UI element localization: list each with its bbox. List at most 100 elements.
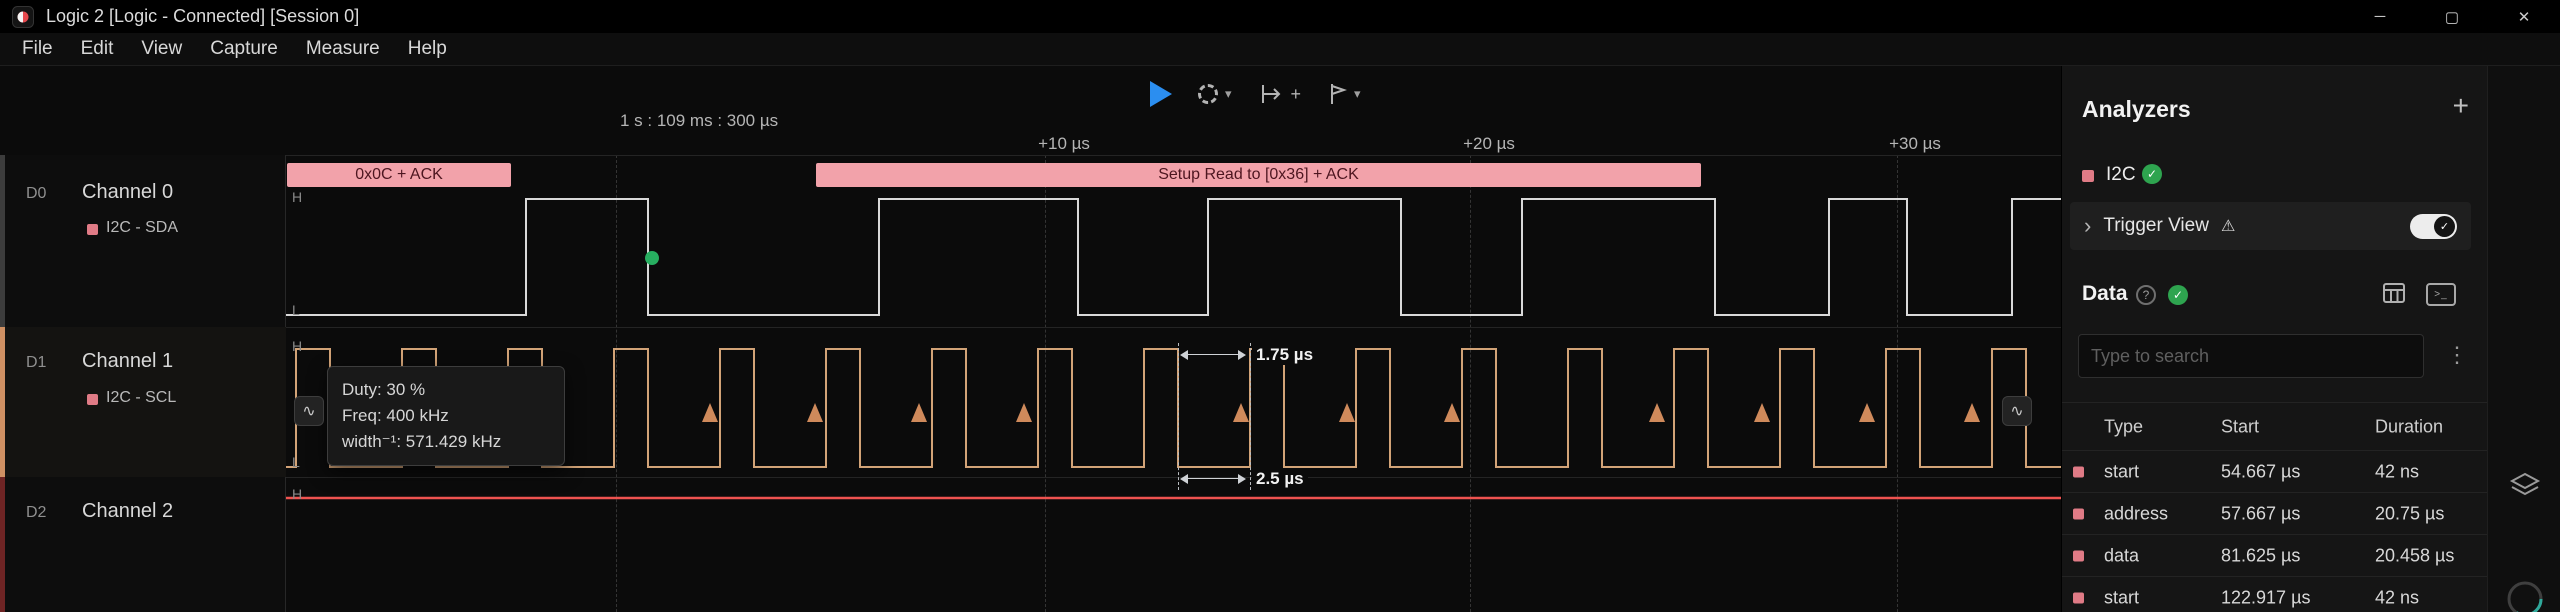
level-label-high: H (292, 189, 303, 205)
table-row[interactable]: start 54.667 µs 42 ns (2062, 450, 2487, 492)
i2c-annotation-badge[interactable]: Setup Read to [0x36] + ACK (816, 163, 1701, 187)
channel-analyzer-label: I2C - SDA (106, 219, 179, 236)
chevron-down-icon: ▾ (1225, 86, 1232, 101)
check-icon: ✓ (2142, 164, 2162, 184)
data-section-title: Data (2082, 282, 2128, 305)
analyzer-color-square (87, 224, 98, 235)
channel-color-strip (0, 155, 5, 327)
toggle-knob-check-icon: ✓ (2434, 215, 2455, 237)
minimize-button[interactable]: ─ (2344, 0, 2416, 33)
tooltip-duty: Duty: 30 % (342, 380, 426, 399)
cell-start: 54.667 µs (2221, 461, 2301, 481)
capture-toolbar: ▾ + ▾ (1150, 72, 1361, 116)
terminal-view-icon[interactable]: >_ (2426, 283, 2456, 306)
i2c-annotation-badge[interactable]: 0x0C + ACK (287, 163, 511, 187)
analyzer-name: I2C (2106, 164, 2136, 185)
plot-region: ▾ + ▾ 1 s : 109 ms : 300 µs +10 µs +20 µ… (0, 66, 2061, 612)
cell-type: start (2104, 461, 2140, 481)
level-label-low: L (292, 302, 300, 318)
measurement-span-line (1180, 474, 1246, 484)
measurement-handle-icon[interactable]: ∿ (2002, 396, 2032, 426)
measurement-handle-icon[interactable]: ∿ (294, 396, 324, 426)
search-input[interactable] (2078, 334, 2424, 378)
analyzer-color-square (2073, 592, 2084, 603)
level-label-high: H (292, 338, 303, 354)
menu-capture[interactable]: Capture (196, 38, 292, 60)
device-icon[interactable] (2506, 580, 2544, 612)
trigger-flag-icon (1331, 84, 1348, 104)
channel-2-label-cell[interactable]: D2 Channel 2 (0, 477, 286, 612)
analyzer-color-square (2082, 170, 2094, 182)
close-button[interactable]: ✕ (2488, 0, 2560, 33)
chevron-down-icon: ▾ (1354, 86, 1361, 101)
channel-1-label-cell[interactable]: D1 Channel 1 I2C - SCL (0, 327, 286, 477)
menu-help[interactable]: Help (394, 38, 461, 60)
trigger-point-dot (645, 251, 659, 265)
warning-icon: ⚠ (2220, 218, 2236, 235)
timeline-tick: +30 µs (1889, 134, 1941, 153)
menu-measure[interactable]: Measure (292, 38, 394, 60)
channel-id: D0 (26, 185, 47, 202)
help-icon[interactable]: ? (2136, 285, 2156, 305)
titlebar: Logic 2 [Logic - Connected] [Session 0] … (0, 0, 2560, 33)
timeline-tick: +10 µs (1038, 134, 1090, 153)
level-label-high: H (292, 486, 303, 502)
trigger-view-toggle[interactable]: ✓ (2410, 213, 2457, 239)
channel-color-strip (0, 327, 5, 477)
add-measurement-button[interactable]: + (1258, 82, 1302, 106)
table-header-row: Type Start Duration (2062, 402, 2487, 450)
tooltip-width: width⁻¹: 571.429 kHz (342, 432, 502, 451)
cell-type: data (2104, 545, 2140, 565)
capture-mode-button[interactable]: ▾ (1198, 84, 1232, 104)
analyzers-sidebar: Analyzers + I2C ✓ › Trigger View ⚠ ✓ Dat… (2061, 66, 2487, 612)
menu-file[interactable]: File (8, 38, 67, 60)
measurement-span-line (1180, 350, 1246, 360)
channel-2-waveform[interactable] (286, 477, 2061, 612)
trigger-view-label: Trigger View (2103, 215, 2209, 236)
analyzer-item-i2c[interactable]: I2C ✓ (2062, 158, 2487, 194)
menu-edit[interactable]: Edit (67, 38, 128, 60)
table-row[interactable]: data 81.625 µs 20.458 µs (2062, 534, 2487, 576)
timeline-absolute-label: 1 s : 109 ms : 300 µs (620, 111, 779, 130)
cell-start: 122.917 µs (2221, 587, 2311, 607)
app-logo-icon (12, 5, 34, 28)
maximize-button[interactable]: ▢ (2416, 0, 2488, 33)
channel-0-label-cell[interactable]: D0 Channel 0 I2C - SDA (0, 155, 286, 327)
plus-icon: + (1290, 83, 1302, 104)
start-capture-button[interactable] (1150, 81, 1172, 107)
right-icon-strip (2487, 66, 2560, 612)
cell-duration: 42 ns (2375, 587, 2420, 607)
analyzer-color-square (2073, 550, 2084, 561)
check-icon: ✓ (2168, 285, 2188, 305)
measurement-cursor[interactable] (1250, 343, 1251, 490)
cell-duration: 42 ns (2375, 461, 2420, 481)
add-analyzer-button[interactable]: + (2453, 90, 2469, 122)
trigger-view-row[interactable]: › Trigger View ⚠ ✓ (2070, 202, 2471, 250)
dots-menu-icon[interactable]: ⋮ (2446, 342, 2468, 368)
trigger-button[interactable]: ▾ (1327, 82, 1361, 106)
timeline-tick: +20 µs (1463, 134, 1515, 153)
channel-name: Channel 2 (82, 500, 174, 522)
logic2-window: Logic 2 [Logic - Connected] [Session 0] … (0, 0, 2560, 612)
chevron-right-icon[interactable]: › (2084, 215, 2091, 237)
menu-view[interactable]: View (127, 38, 196, 60)
play-icon (1150, 81, 1172, 107)
column-header-duration: Duration (2375, 416, 2444, 436)
cell-type: start (2104, 587, 2140, 607)
cell-start: 57.667 µs (2221, 503, 2301, 523)
channel-id: D1 (26, 354, 47, 371)
channel-name: Channel 1 (82, 350, 174, 372)
cell-duration: 20.75 µs (2375, 503, 2445, 523)
table-row[interactable]: start 122.917 µs 42 ns (2062, 576, 2487, 612)
menubar: File Edit View Capture Measure Help (0, 33, 2560, 66)
channel-analyzer-label: I2C - SCL (106, 389, 177, 406)
measurement-value-period: 2.5 µs (1252, 469, 1308, 489)
table-row[interactable]: address 57.667 µs 20.75 µs (2062, 492, 2487, 534)
measurement-cursor[interactable] (1178, 343, 1179, 490)
analyzer-color-square (2073, 508, 2084, 519)
channel-color-strip (0, 477, 5, 612)
window-controls: ─ ▢ ✕ (2344, 0, 2560, 33)
table-view-icon[interactable] (2382, 281, 2406, 305)
window-title: Logic 2 [Logic - Connected] [Session 0] (46, 6, 360, 26)
layers-icon[interactable] (2509, 472, 2541, 500)
